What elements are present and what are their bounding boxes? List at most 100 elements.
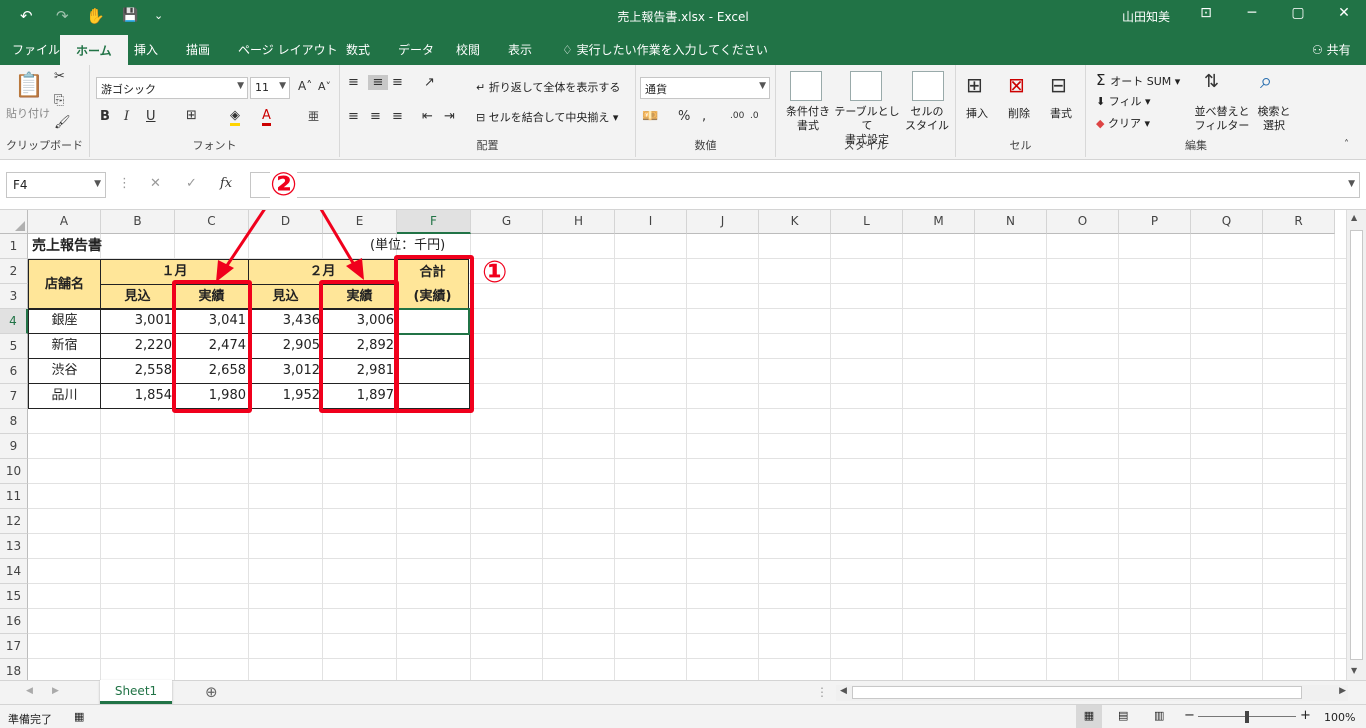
increase-decimal-icon[interactable]: .00 <box>730 111 744 121</box>
increase-indent-icon[interactable]: ⇥ <box>444 109 455 124</box>
column-header-o[interactable]: O <box>1047 210 1119 234</box>
border-icon[interactable]: ⊞ <box>186 108 197 123</box>
column-header-f[interactable]: F <box>397 210 471 234</box>
underline-button[interactable]: U <box>146 109 156 124</box>
wrap-text-button[interactable]: ↵ 折り返して全体を表示する <box>476 81 620 95</box>
vertical-scroll-thumb[interactable] <box>1350 230 1363 660</box>
row-header-8[interactable]: 8 <box>0 409 28 434</box>
sort-filter-icon[interactable]: ⇅ <box>1204 71 1219 92</box>
decrease-decimal-icon[interactable]: .0 <box>750 111 759 121</box>
tab-view[interactable]: 表示 <box>508 41 532 58</box>
maximize-button[interactable]: ▢ <box>1284 5 1312 21</box>
cell-styles-icon[interactable] <box>912 71 944 101</box>
tell-me-box[interactable]: ♢ 実行したい作業を入力してください <box>562 41 768 58</box>
row-header-12[interactable]: 12 <box>0 509 28 534</box>
normal-view-icon[interactable]: ▦ <box>1076 705 1102 728</box>
report-title[interactable]: 売上報告書 <box>32 234 102 258</box>
share-button[interactable]: ⚇ 共有 <box>1312 41 1351 58</box>
page-layout-view-icon[interactable]: ▤ <box>1118 709 1128 722</box>
column-header-m[interactable]: M <box>903 210 975 234</box>
insert-function-button[interactable]: fx <box>220 176 232 191</box>
fill-color-icon[interactable]: ◈ <box>230 108 240 126</box>
align-left-icon[interactable]: ≡ <box>348 109 359 124</box>
worksheet-grid[interactable]: ABCDEFGHIJKLMNOPQR 1 2 3 4 5 6 7 8 9 10 11 12 13 14 15… <box>0 210 1346 680</box>
align-right-icon[interactable]: ≡ <box>392 109 403 124</box>
store-name-cell[interactable]: 渋谷 <box>28 358 101 384</box>
minimize-button[interactable]: ─ <box>1238 5 1266 21</box>
tab-file[interactable]: ファイル <box>12 41 60 58</box>
column-header-b[interactable]: B <box>101 210 175 234</box>
page-break-view-icon[interactable]: ▥ <box>1154 709 1164 722</box>
sales-value-cell[interactable]: 3,012 <box>248 358 323 384</box>
sort-filter-button[interactable]: 並べ替えと フィルター <box>1194 105 1250 133</box>
cell-styles-button[interactable]: セルの スタイル <box>902 105 952 133</box>
format-as-table-icon[interactable] <box>850 71 882 101</box>
row-header-9[interactable]: 9 <box>0 434 28 459</box>
row-header-10[interactable]: 10 <box>0 459 28 484</box>
tab-data[interactable]: データ <box>398 41 434 58</box>
prev-sheet-icon[interactable]: ◀ <box>26 686 33 696</box>
format-painter-icon[interactable]: 🖌 <box>54 115 71 130</box>
store-name-cell[interactable]: 新宿 <box>28 333 101 359</box>
row-header-4[interactable]: 4 <box>0 309 28 334</box>
format-cells-icon[interactable]: ⊟ <box>1050 73 1067 97</box>
conditional-format-icon[interactable] <box>790 71 822 101</box>
align-bottom-icon[interactable]: ≡ <box>392 75 403 90</box>
insert-cells-button[interactable]: 挿入 <box>966 107 988 121</box>
tab-splitter-icon[interactable]: ⋮ <box>816 685 828 699</box>
store-name-cell[interactable]: 品川 <box>28 383 101 409</box>
scroll-up-icon[interactable]: ▲ <box>1351 213 1357 222</box>
insert-cells-icon[interactable]: ⊞ <box>966 73 983 97</box>
m1-plan-header[interactable]: 見込 <box>100 284 175 310</box>
comma-button[interactable]: , <box>702 109 706 124</box>
column-header-j[interactable]: J <box>687 210 759 234</box>
horizontal-scrollbar[interactable]: ◀ ▶ <box>836 685 1348 701</box>
tab-formulas[interactable]: 数式 <box>346 41 370 58</box>
column-header-n[interactable]: N <box>975 210 1047 234</box>
find-select-button[interactable]: 検索と 選択 <box>1254 105 1294 133</box>
horizontal-scroll-thumb[interactable] <box>852 686 1302 699</box>
tab-home[interactable]: ホーム <box>60 35 128 65</box>
row-header-13[interactable]: 13 <box>0 534 28 559</box>
tab-review[interactable]: 校閲 <box>456 41 480 58</box>
paste-icon[interactable]: 📋 <box>14 71 44 99</box>
formula-input[interactable]: ▼ <box>250 172 1360 198</box>
align-top-icon[interactable]: ≡ <box>348 75 359 90</box>
row-header-11[interactable]: 11 <box>0 484 28 509</box>
row-header-6[interactable]: 6 <box>0 359 28 384</box>
column-header-g[interactable]: G <box>471 210 543 234</box>
delete-cells-icon[interactable]: ⊠ <box>1008 73 1025 97</box>
sheet-tab-sheet1[interactable]: Sheet1 <box>100 680 172 704</box>
search-icon[interactable]: ⌕ <box>1260 69 1272 94</box>
vertical-scrollbar[interactable]: ▲ ▼ <box>1346 210 1366 680</box>
sales-value-cell[interactable]: 2,220 <box>100 333 175 359</box>
font-name-select[interactable]: 游ゴシック ▼ <box>96 77 248 99</box>
sales-value-cell[interactable]: 3,001 <box>100 308 175 334</box>
fill-button[interactable]: ⬇ フィル ▾ <box>1096 95 1151 109</box>
collapse-ribbon-icon[interactable]: ˄ <box>1344 139 1349 150</box>
clear-button[interactable]: ◆ クリア ▾ <box>1096 117 1150 131</box>
column-header-a[interactable]: A <box>28 210 101 234</box>
sales-value-cell[interactable]: 2,558 <box>100 358 175 384</box>
tab-insert[interactable]: 挿入 <box>134 41 158 58</box>
close-button[interactable]: ✕ <box>1330 5 1358 21</box>
store-header[interactable]: 店舗名 <box>28 259 101 310</box>
orientation-icon[interactable]: ↗ <box>424 75 435 90</box>
scroll-left-icon[interactable]: ◀ <box>840 686 847 696</box>
percent-button[interactable]: % <box>678 109 690 124</box>
merge-center-button[interactable]: ⊟ セルを結合して中央揃え ▾ <box>476 111 618 125</box>
row-header-18[interactable]: 18 <box>0 659 28 680</box>
row-header-16[interactable]: 16 <box>0 609 28 634</box>
store-name-cell[interactable]: 銀座 <box>28 308 101 334</box>
sales-value-cell[interactable]: 3,436 <box>248 308 323 334</box>
row-header-5[interactable]: 5 <box>0 334 28 359</box>
number-format-select[interactable]: 通貨 ▼ <box>640 77 770 99</box>
next-sheet-icon[interactable]: ▶ <box>52 686 59 696</box>
align-center-icon[interactable]: ≡ <box>370 109 381 124</box>
select-all-button[interactable] <box>0 210 28 234</box>
zoom-in-button[interactable]: + <box>1300 708 1311 723</box>
column-header-i[interactable]: I <box>615 210 687 234</box>
column-header-q[interactable]: Q <box>1191 210 1263 234</box>
column-header-p[interactable]: P <box>1119 210 1191 234</box>
cut-icon[interactable]: ✂ <box>54 69 65 84</box>
